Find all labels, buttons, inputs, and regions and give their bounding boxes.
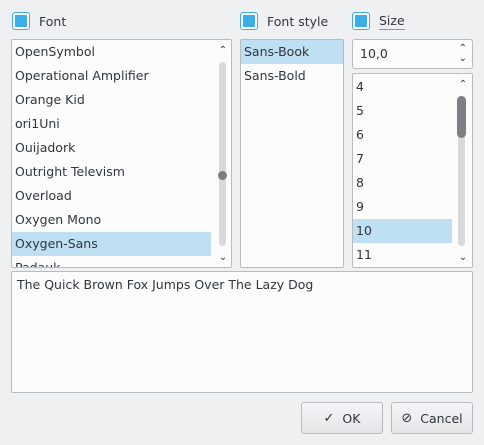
size-spinbox-value: 10,0: [360, 46, 388, 61]
checkbox-checked-icon: [355, 15, 367, 27]
size-list-item[interactable]: 6: [353, 123, 452, 147]
size-checkbox[interactable]: [352, 12, 370, 30]
size-list-item[interactable]: 8: [353, 171, 452, 195]
chevron-up-icon[interactable]: ⌃: [217, 45, 229, 57]
font-list-scrollbar-thumb[interactable]: [218, 171, 227, 180]
cancel-button-label: Cancel: [420, 410, 463, 426]
font-style-checkbox[interactable]: [240, 12, 258, 30]
cancel-circle-icon: ⊘: [401, 410, 413, 426]
font-preview[interactable]: The Quick Brown Fox Jumps Over The Lazy …: [11, 271, 473, 393]
cancel-button[interactable]: ⊘ Cancel: [391, 402, 473, 434]
size-header[interactable]: Size: [352, 11, 405, 31]
checkbox-checked-icon: [15, 15, 27, 27]
size-list-item[interactable]: 4: [353, 75, 452, 99]
font-chooser-dialog: Font Font style Size Padauk Oxygen-Sans Ox…: [0, 0, 484, 445]
size-list[interactable]: 11 10 9 8 7 6 5 4 ⌃ ⌄: [352, 73, 473, 268]
size-header-label: Size: [379, 12, 405, 30]
chevron-down-icon[interactable]: ⌄: [217, 252, 229, 264]
chevron-down-icon[interactable]: ⌄: [457, 252, 469, 264]
font-list-item[interactable]: Overload: [12, 184, 211, 208]
size-list-scrollbar-thumb[interactable]: [457, 96, 466, 138]
font-style-list[interactable]: Sans-Bold Sans-Book: [240, 39, 344, 268]
font-header-label: Font: [39, 13, 67, 29]
font-list[interactable]: Padauk Oxygen-Sans Oxygen Mono Overload Outr…: [11, 39, 232, 268]
font-list-item[interactable]: Outright Televism: [12, 160, 211, 184]
size-list-item[interactable]: 10: [353, 219, 452, 243]
font-list-scrollbar-track[interactable]: [219, 62, 226, 246]
font-list-item[interactable]: Operational Amplifier: [12, 64, 211, 88]
font-list-item[interactable]: Oxygen Mono: [12, 208, 211, 232]
font-header[interactable]: Font: [12, 11, 66, 31]
font-list-item[interactable]: ori1Uni: [12, 112, 211, 136]
size-list-item[interactable]: 5: [353, 99, 452, 123]
size-spinbox[interactable]: 10,0 ⌃ ⌄: [352, 39, 473, 69]
font-list-item[interactable]: Orange Kid: [12, 88, 211, 112]
font-list-item[interactable]: Oxygen-Sans: [12, 232, 211, 256]
font-list-item[interactable]: Ouijadork: [12, 136, 211, 160]
preview-text: The Quick Brown Fox Jumps Over The Lazy …: [17, 277, 314, 292]
size-list-item[interactable]: 7: [353, 147, 452, 171]
check-icon: ✓: [323, 410, 335, 426]
font-list-item[interactable]: OpenSymbol: [12, 40, 211, 64]
size-list-item[interactable]: 11: [353, 243, 452, 267]
font-checkbox[interactable]: [12, 12, 30, 30]
chevron-down-icon[interactable]: ⌄: [459, 54, 467, 64]
chevron-up-icon[interactable]: ⌃: [457, 79, 469, 91]
font-style-list-item[interactable]: Sans-Bold: [241, 64, 343, 88]
ok-button[interactable]: ✓ OK: [301, 402, 383, 434]
font-style-list-item[interactable]: Sans-Book: [241, 40, 343, 64]
font-style-header-label: Font style: [267, 13, 329, 29]
size-list-item[interactable]: 9: [353, 195, 452, 219]
checkbox-checked-icon: [243, 15, 255, 27]
font-list-item[interactable]: Padauk: [12, 256, 211, 267]
ok-button-label: OK: [342, 410, 361, 426]
font-style-header[interactable]: Font style: [240, 11, 328, 31]
